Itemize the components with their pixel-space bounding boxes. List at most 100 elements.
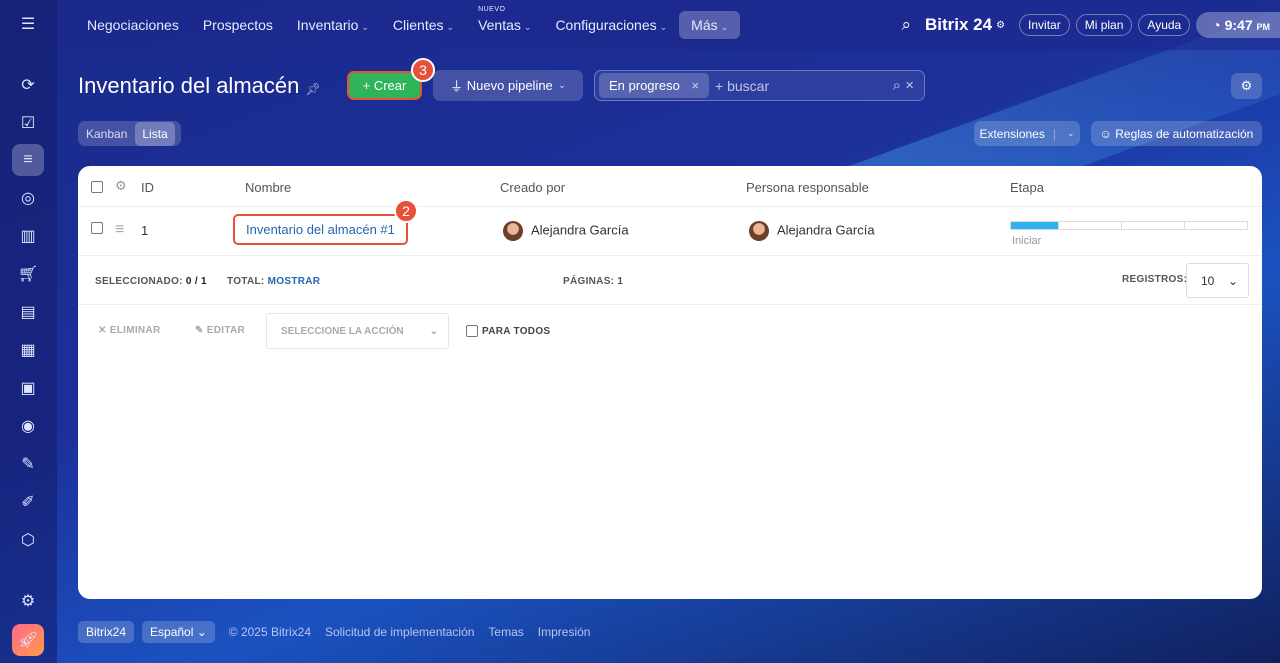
view-kanban[interactable]: Kanban	[78, 127, 135, 141]
pipeline-label: Nuevo pipeline	[466, 78, 553, 93]
nav-label: Más	[691, 17, 718, 33]
extensions-button[interactable]: Extensiones | ⌄	[974, 121, 1080, 146]
copyright: © 2025 Bitrix24	[228, 625, 311, 639]
view-list[interactable]: Lista	[135, 121, 175, 146]
chevron-down-icon: ⌄	[720, 22, 729, 32]
clock-icon: ◔	[1212, 17, 1225, 33]
chevron-down-icon: ⌄	[659, 22, 668, 32]
funnel-icon: ⏚	[450, 79, 467, 94]
plan-button[interactable]: Mi plan	[1075, 14, 1133, 36]
remove-tag-icon[interactable]: ×	[691, 78, 699, 93]
row-id: 1	[141, 223, 149, 238]
select-all-checkbox[interactable]	[91, 181, 103, 193]
search-clear-icons[interactable]: ⌕ ×	[893, 77, 914, 94]
edit-button[interactable]: ✎ EDITAR	[195, 325, 245, 336]
nav-ventas[interactable]: NUEVO Ventas ⌄	[466, 6, 543, 39]
total-count: TOTAL: MOSTRAR	[227, 276, 321, 287]
robot-icon: ☺	[1099, 126, 1116, 141]
help-button[interactable]: Ayuda	[1138, 14, 1191, 36]
search-input[interactable]: + buscar	[715, 78, 769, 94]
new-badge: NUEVO	[478, 6, 506, 13]
document-icon[interactable]: ✐	[12, 486, 44, 518]
footer-link-implementation[interactable]: Solicitud de implementación	[325, 625, 474, 639]
nav-label: Prospectos	[202, 17, 273, 33]
menu-icon[interactable]: ☰	[12, 8, 44, 40]
chevron-down-icon: ⌄	[1066, 128, 1075, 138]
row-responsible[interactable]: Alejandra García	[749, 221, 875, 241]
rocket-icon[interactable]: 🚀︎	[12, 624, 44, 656]
inbox-icon[interactable]: ▣	[12, 372, 44, 404]
filter-tag[interactable]: En progreso ×	[599, 73, 710, 98]
nav-negociaciones[interactable]: Negociaciones	[75, 11, 191, 39]
header-stage[interactable]: Etapa	[1010, 180, 1044, 195]
row-stage-label: Iniciar	[1012, 235, 1042, 247]
table-row: ≡ 1 Inventario del almacén #1 Alejandra …	[78, 206, 1262, 256]
tasks-icon[interactable]: ☑	[12, 107, 44, 139]
show-total-link[interactable]: MOSTRAR	[268, 276, 321, 287]
clock-settings-icon[interactable]: ⚙	[996, 20, 1005, 31]
nav-prospectos[interactable]: Prospectos	[191, 11, 285, 39]
footer-link-print[interactable]: Impresión	[538, 625, 591, 639]
sign-icon[interactable]: ✎	[12, 448, 44, 480]
row-menu-icon[interactable]: ≡	[115, 221, 124, 239]
records-label: REGISTROS:	[1122, 274, 1188, 285]
for-all-label: PARA TODOS	[482, 326, 551, 337]
pages: PÁGINAS: 1	[563, 276, 624, 287]
action-select[interactable]: SELECCIONE LA ACCIÓN ⌄	[266, 313, 449, 349]
nav-label: Negociaciones	[87, 17, 179, 33]
cart-icon[interactable]: 🛒︎	[12, 258, 44, 290]
for-all-checkbox[interactable]	[466, 325, 478, 337]
target-icon[interactable]: ◉	[12, 410, 44, 442]
new-pipeline-button[interactable]: ⏚ Nuevo pipeline ⌄	[433, 70, 583, 101]
row-name-link[interactable]: Inventario del almacén #1	[233, 214, 408, 245]
header-created-by[interactable]: Creado por	[500, 180, 565, 195]
plus-icon: +	[362, 78, 374, 93]
brand-logo[interactable]: Bitrix 24	[925, 15, 992, 35]
nav-label: Configuraciones	[555, 17, 657, 33]
nav-label: Inventario	[296, 17, 359, 33]
feed-icon[interactable]: ⟳	[12, 69, 44, 101]
nav-clientes[interactable]: Clientes ⌄	[381, 11, 466, 39]
language-select[interactable]: Español ⌄	[142, 621, 215, 643]
header-responsible[interactable]: Persona responsable	[746, 180, 869, 195]
row-checkbox[interactable]	[91, 222, 103, 234]
nav-label: Clientes	[392, 17, 444, 33]
invite-button[interactable]: Invitar	[1019, 14, 1070, 36]
header-name[interactable]: Nombre	[245, 180, 291, 195]
settings-icon[interactable]: ⚙	[12, 585, 44, 617]
footer-brand[interactable]: Bitrix24	[78, 621, 135, 643]
pin-icon[interactable]: 📌︎	[305, 82, 320, 96]
time: 9:47	[1224, 17, 1253, 33]
page-title: Inventario del almacén 📌︎	[78, 73, 321, 98]
nav-mas[interactable]: Más ⌄	[679, 11, 741, 39]
nav-inventario[interactable]: Inventario ⌄	[285, 11, 381, 39]
crm-funnel-icon[interactable]: ≡	[12, 144, 44, 176]
row-created-by[interactable]: Alejandra García	[503, 221, 629, 241]
selected-count: SELECCIONADO: 0 / 1	[95, 276, 207, 287]
automation-rules-button[interactable]: ☺ Reglas de automatización	[1091, 121, 1262, 146]
chevron-down-icon: ⌄	[1227, 274, 1238, 288]
analytics-icon[interactable]: ▥	[12, 220, 44, 252]
time-widget[interactable]: ◔ 9:47 PM	[1196, 12, 1280, 38]
footer-link-themes[interactable]: Temas	[488, 625, 523, 639]
filter-search-bar[interactable]: En progreso × + buscar ⌕ ×	[594, 70, 925, 101]
box-icon[interactable]: ⬡	[12, 524, 44, 556]
grid-settings-icon[interactable]: ⚙	[115, 178, 127, 194]
records-select[interactable]: 10 ⌄	[1186, 263, 1249, 298]
settings-gear-icon[interactable]: ⚙	[1231, 73, 1262, 99]
chevron-down-icon: ⌄	[555, 80, 566, 90]
search-icon[interactable]: ⌕	[901, 15, 911, 35]
top-navigation: Negociaciones Prospectos Inventario ⌄ Cli…	[57, 0, 1280, 50]
nav-label: Ventas	[478, 17, 521, 33]
robot-icon[interactable]: ◎	[12, 182, 44, 214]
contact-card-icon[interactable]: ▤	[12, 296, 44, 328]
nav-configuraciones[interactable]: Configuraciones ⌄	[543, 11, 679, 39]
delete-button[interactable]: ✕ ELIMINAR	[98, 325, 161, 336]
step-badge: 3	[411, 58, 435, 82]
chevron-down-icon: ⌄	[429, 326, 438, 337]
create-button[interactable]: + Crear	[347, 71, 422, 100]
header-id[interactable]: ID	[141, 180, 154, 195]
calendar-icon[interactable]: ▦	[12, 334, 44, 366]
list-grid: ⚙ ID Nombre Creado por Persona responsab…	[78, 166, 1262, 599]
stage-progress[interactable]	[1010, 221, 1248, 230]
